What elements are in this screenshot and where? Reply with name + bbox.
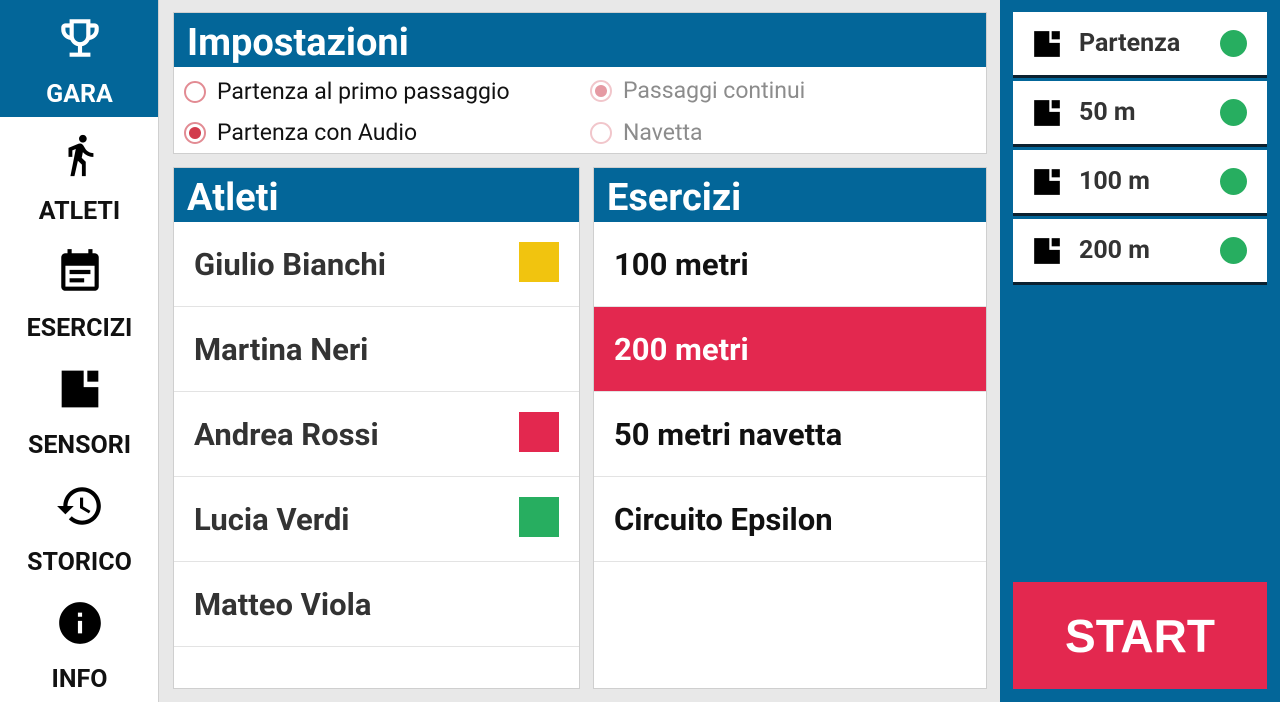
- radio-partenza-con-audio[interactable]: Partenza con Audio: [184, 119, 417, 146]
- runner-icon: [54, 129, 106, 181]
- sensor-item-200m[interactable]: 200 m: [1013, 219, 1267, 285]
- exercises-panel: Esercizi 100 metri 200 metri 50 metri na…: [593, 167, 987, 689]
- history-icon: [54, 480, 106, 532]
- sensor-name: 200 m: [1079, 236, 1150, 265]
- nav-label: STORICO: [27, 548, 132, 577]
- radio-partenza-primo-passaggio[interactable]: Partenza al primo passaggio: [184, 78, 510, 105]
- sensor-item-partenza[interactable]: Partenza: [1013, 12, 1267, 78]
- athletes-title: Atleti: [174, 168, 579, 222]
- exercise-row[interactable]: Circuito Epsilon: [594, 477, 986, 562]
- exercise-name: 200 metri: [614, 330, 749, 368]
- exercises-title: Esercizi: [594, 168, 986, 222]
- athlete-color-swatch: [519, 497, 559, 537]
- nav-item-storico[interactable]: STORICO: [0, 468, 159, 585]
- nav-label: GARA: [46, 80, 113, 109]
- athlete-name: Matteo Viola: [194, 585, 372, 623]
- athlete-row[interactable]: Giulio Bianchi: [174, 222, 579, 307]
- athlete-name: Giulio Bianchi: [194, 245, 386, 283]
- athlete-row[interactable]: Lucia Verdi: [174, 477, 579, 562]
- sensor-name: 50 m: [1079, 98, 1136, 127]
- radio-navetta[interactable]: Navetta: [590, 119, 703, 146]
- athlete-row[interactable]: Matteo Viola: [174, 562, 579, 647]
- exercise-row[interactable]: 50 metri navetta: [594, 392, 986, 477]
- calendar-icon: [54, 246, 106, 298]
- sensor-name: Partenza: [1079, 29, 1181, 58]
- settings-title: Impostazioni: [174, 13, 986, 67]
- sidebar-nav: GARA ATLETI ESERCIZI SENSORI STORICO INF…: [0, 0, 159, 702]
- radio-passaggi-continui[interactable]: Passaggi continui: [590, 77, 805, 104]
- radio-button[interactable]: [184, 80, 206, 103]
- athletes-panel: Atleti Giulio Bianchi Martina Neri Andre…: [173, 167, 580, 689]
- radio-button[interactable]: [184, 121, 206, 144]
- start-button[interactable]: START: [1013, 582, 1267, 689]
- info-icon: [54, 597, 106, 649]
- exercise-name: 100 metri: [614, 245, 749, 283]
- sensor-name: 100 m: [1079, 167, 1150, 196]
- exercise-name: Circuito Epsilon: [614, 500, 833, 538]
- athlete-row[interactable]: Martina Neri: [174, 307, 579, 392]
- nav-item-gara[interactable]: GARA: [0, 0, 159, 117]
- nav-divider: [158, 0, 159, 702]
- athlete-name: Andrea Rossi: [194, 415, 379, 453]
- sensor-icon: [54, 363, 106, 415]
- nav-item-info[interactable]: INFO: [0, 585, 159, 702]
- trophy-icon: [54, 12, 106, 64]
- sensor-item-100m[interactable]: 100 m: [1013, 150, 1267, 216]
- settings-panel: Impostazioni Partenza al primo passaggio…: [173, 12, 987, 154]
- sensor-icon: [1034, 237, 1060, 264]
- nav-item-sensori[interactable]: SENSORI: [0, 351, 159, 468]
- radio-label: Navetta: [623, 119, 703, 146]
- athlete-name: Lucia Verdi: [194, 500, 350, 538]
- radio-button[interactable]: [590, 121, 612, 144]
- athlete-row[interactable]: Andrea Rossi: [174, 392, 579, 477]
- nav-label: ESERCIZI: [26, 314, 133, 343]
- nav-label: INFO: [51, 665, 108, 694]
- athlete-color-swatch: [519, 242, 559, 282]
- exercise-row[interactable]: 100 metri: [594, 222, 986, 307]
- nav-label: ATLETI: [38, 197, 121, 226]
- sensor-status-dot: [1220, 237, 1247, 264]
- nav-item-esercizi[interactable]: ESERCIZI: [0, 234, 159, 351]
- radio-label: Partenza al primo passaggio: [217, 78, 510, 105]
- exercise-name: 50 metri navetta: [614, 415, 843, 453]
- sensor-icon: [1034, 99, 1060, 126]
- radio-label: Passaggi continui: [623, 77, 806, 104]
- athlete-color-swatch: [519, 412, 559, 452]
- sensor-icon: [1034, 30, 1060, 57]
- sensor-status-dot: [1220, 99, 1247, 126]
- sensor-status-dot: [1220, 30, 1247, 57]
- sensor-icon: [1034, 168, 1060, 195]
- nav-label: SENSORI: [27, 431, 132, 460]
- sensor-item-50m[interactable]: 50 m: [1013, 81, 1267, 147]
- nav-item-atleti[interactable]: ATLETI: [0, 117, 159, 234]
- exercise-row-selected[interactable]: 200 metri: [594, 307, 986, 392]
- radio-button[interactable]: [590, 79, 612, 102]
- athlete-name: Martina Neri: [194, 330, 369, 368]
- radio-label: Partenza con Audio: [217, 119, 418, 146]
- sensor-status-dot: [1220, 168, 1247, 195]
- sensors-column: Partenza 50 m 100 m 200 m START: [1000, 0, 1280, 702]
